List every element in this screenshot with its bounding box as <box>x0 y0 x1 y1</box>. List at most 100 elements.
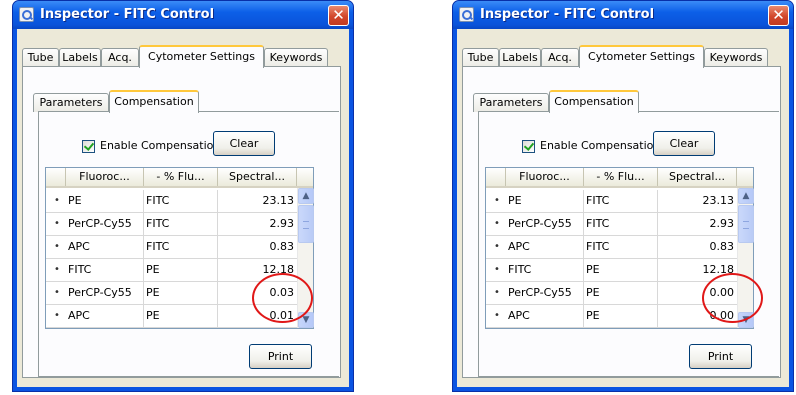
row-bullet-icon: • <box>54 310 60 321</box>
column-header-percent-fluor[interactable]: - % Flu... <box>144 168 218 186</box>
row-bullet-icon: • <box>54 264 60 275</box>
percent-fluor-cell: PE <box>584 259 658 281</box>
scroll-thumb[interactable] <box>738 205 754 243</box>
tab-tube[interactable]: Tube <box>22 48 59 67</box>
row-bullet-icon: • <box>54 287 60 298</box>
fluorochrome-cell: FITC <box>66 259 144 281</box>
table-row[interactable]: • FITC PE 12.18 <box>486 259 737 282</box>
enable-compensation-checkbox[interactable] <box>82 140 95 153</box>
enable-compensation-checkbox[interactable] <box>522 140 535 153</box>
fluorochrome-cell: PerCP-Cy55 <box>506 282 584 304</box>
table-row[interactable]: • PerCP-Cy55 PE 0.00 <box>486 282 737 305</box>
tab-tube[interactable]: Tube <box>462 48 499 67</box>
tab-compensation[interactable]: Compensation <box>109 90 199 113</box>
tab-cytometer-settings[interactable]: Cytometer Settings <box>579 45 704 68</box>
tab-acq[interactable]: Acq. <box>541 48 579 67</box>
inspector-window-right: Inspector - FITC Control ✕ Tube Labels A… <box>452 0 794 392</box>
table-row[interactable]: • APC FITC 0.83 <box>46 236 297 259</box>
spectral-value-cell[interactable]: 23.13 <box>218 190 297 212</box>
percent-fluor-cell: PE <box>584 305 658 327</box>
table-row[interactable]: • PerCP-Cy55 FITC 2.93 <box>46 213 297 236</box>
column-header-fluorochrome[interactable]: Fluoroc... <box>506 168 584 186</box>
spectral-value-cell[interactable]: 0.83 <box>658 236 737 258</box>
title-bar[interactable]: Inspector - FITC Control ✕ <box>453 1 793 29</box>
highlight-circle-right <box>702 273 763 323</box>
window-title: Inspector - FITC Control <box>480 7 655 22</box>
spectral-value-cell[interactable]: 23.13 <box>658 190 737 212</box>
window-title: Inspector - FITC Control <box>40 7 215 22</box>
fluorochrome-cell: PE <box>66 190 144 212</box>
inspector-window-left: Inspector - FITC Control ✕ Tube Labels A… <box>12 0 354 392</box>
column-header-spectral[interactable]: Spectral... <box>658 168 737 186</box>
row-bullet-icon: • <box>494 310 500 321</box>
print-button[interactable]: Print <box>689 344 752 369</box>
percent-fluor-cell: PE <box>144 259 218 281</box>
row-bullet-icon: • <box>54 195 60 206</box>
highlight-circle-left <box>252 273 313 323</box>
table-row[interactable]: • APC FITC 0.83 <box>486 236 737 259</box>
print-button[interactable]: Print <box>249 344 312 369</box>
row-bullet-icon: • <box>494 241 500 252</box>
row-bullet-icon: • <box>54 241 60 252</box>
close-icon: ✕ <box>332 6 345 24</box>
column-header-select[interactable] <box>486 168 506 186</box>
percent-fluor-cell: PE <box>144 282 218 304</box>
clear-button[interactable]: Clear <box>213 131 275 156</box>
tab-acq[interactable]: Acq. <box>101 48 139 67</box>
percent-fluor-cell: FITC <box>584 190 658 212</box>
percent-fluor-cell: PE <box>584 282 658 304</box>
fluorochrome-cell: APC <box>66 305 144 327</box>
tab-parameters[interactable]: Parameters <box>473 93 549 112</box>
enable-compensation-label[interactable]: Enable Compensation <box>540 139 660 152</box>
tab-labels[interactable]: Labels <box>59 48 101 67</box>
percent-fluor-cell: FITC <box>144 190 218 212</box>
percent-fluor-cell: PE <box>144 305 218 327</box>
tab-keywords[interactable]: Keywords <box>264 48 328 67</box>
close-icon: ✕ <box>772 6 785 24</box>
table-row[interactable]: • APC PE 0.00 <box>486 305 737 328</box>
scroll-thumb[interactable] <box>298 205 314 243</box>
column-header-percent-fluor[interactable]: - % Flu... <box>584 168 658 186</box>
spectral-value-cell[interactable]: 2.93 <box>658 213 737 235</box>
percent-fluor-cell: FITC <box>584 236 658 258</box>
table-header: Fluoroc... - % Flu... Spectral... <box>46 168 313 188</box>
scroll-up-button[interactable]: ▲ <box>738 188 754 204</box>
row-bullet-icon: • <box>54 218 60 229</box>
fluorochrome-cell: APC <box>506 236 584 258</box>
fluorochrome-cell: APC <box>506 305 584 327</box>
scroll-up-arrow-icon: ▲ <box>742 191 750 201</box>
clear-button[interactable]: Clear <box>653 131 715 156</box>
table-row[interactable]: • PE FITC 23.13 <box>486 190 737 213</box>
inspector-icon <box>459 7 474 22</box>
spectral-value-cell[interactable]: 0.83 <box>218 236 297 258</box>
row-bullet-icon: • <box>494 264 500 275</box>
title-bar[interactable]: Inspector - FITC Control ✕ <box>13 1 353 29</box>
table-row[interactable]: • FITC PE 12.18 <box>46 259 297 282</box>
fluorochrome-cell: PerCP-Cy55 <box>506 213 584 235</box>
column-header-fluorochrome[interactable]: Fluoroc... <box>66 168 144 186</box>
fluorochrome-cell: PE <box>506 190 584 212</box>
table-row[interactable]: • PE FITC 23.13 <box>46 190 297 213</box>
cytometer-settings-panel: Parameters Compensation Enable Compensat… <box>22 66 341 378</box>
column-header-select[interactable] <box>46 168 66 186</box>
row-bullet-icon: • <box>494 195 500 206</box>
fluorochrome-cell: PerCP-Cy55 <box>66 213 144 235</box>
window-client-area: Tube Labels Acq. Cytometer Settings Keyw… <box>17 29 349 387</box>
table-row[interactable]: • PerCP-Cy55 FITC 2.93 <box>486 213 737 236</box>
cytometer-settings-panel: Parameters Compensation Enable Compensat… <box>462 66 781 378</box>
percent-fluor-cell: FITC <box>584 213 658 235</box>
scroll-up-button[interactable]: ▲ <box>298 188 314 204</box>
tab-cytometer-settings[interactable]: Cytometer Settings <box>139 45 264 68</box>
tab-labels[interactable]: Labels <box>499 48 541 67</box>
tab-compensation[interactable]: Compensation <box>549 90 639 113</box>
spectral-value-cell[interactable]: 2.93 <box>218 213 297 235</box>
column-header-spectral[interactable]: Spectral... <box>218 168 297 186</box>
tab-keywords[interactable]: Keywords <box>704 48 768 67</box>
row-bullet-icon: • <box>494 218 500 229</box>
tab-parameters[interactable]: Parameters <box>33 93 109 112</box>
scroll-up-arrow-icon: ▲ <box>302 191 310 201</box>
enable-compensation-label[interactable]: Enable Compensation <box>100 139 220 152</box>
close-button[interactable]: ✕ <box>768 5 789 26</box>
close-button[interactable]: ✕ <box>328 5 349 26</box>
window-client-area: Tube Labels Acq. Cytometer Settings Keyw… <box>457 29 789 387</box>
